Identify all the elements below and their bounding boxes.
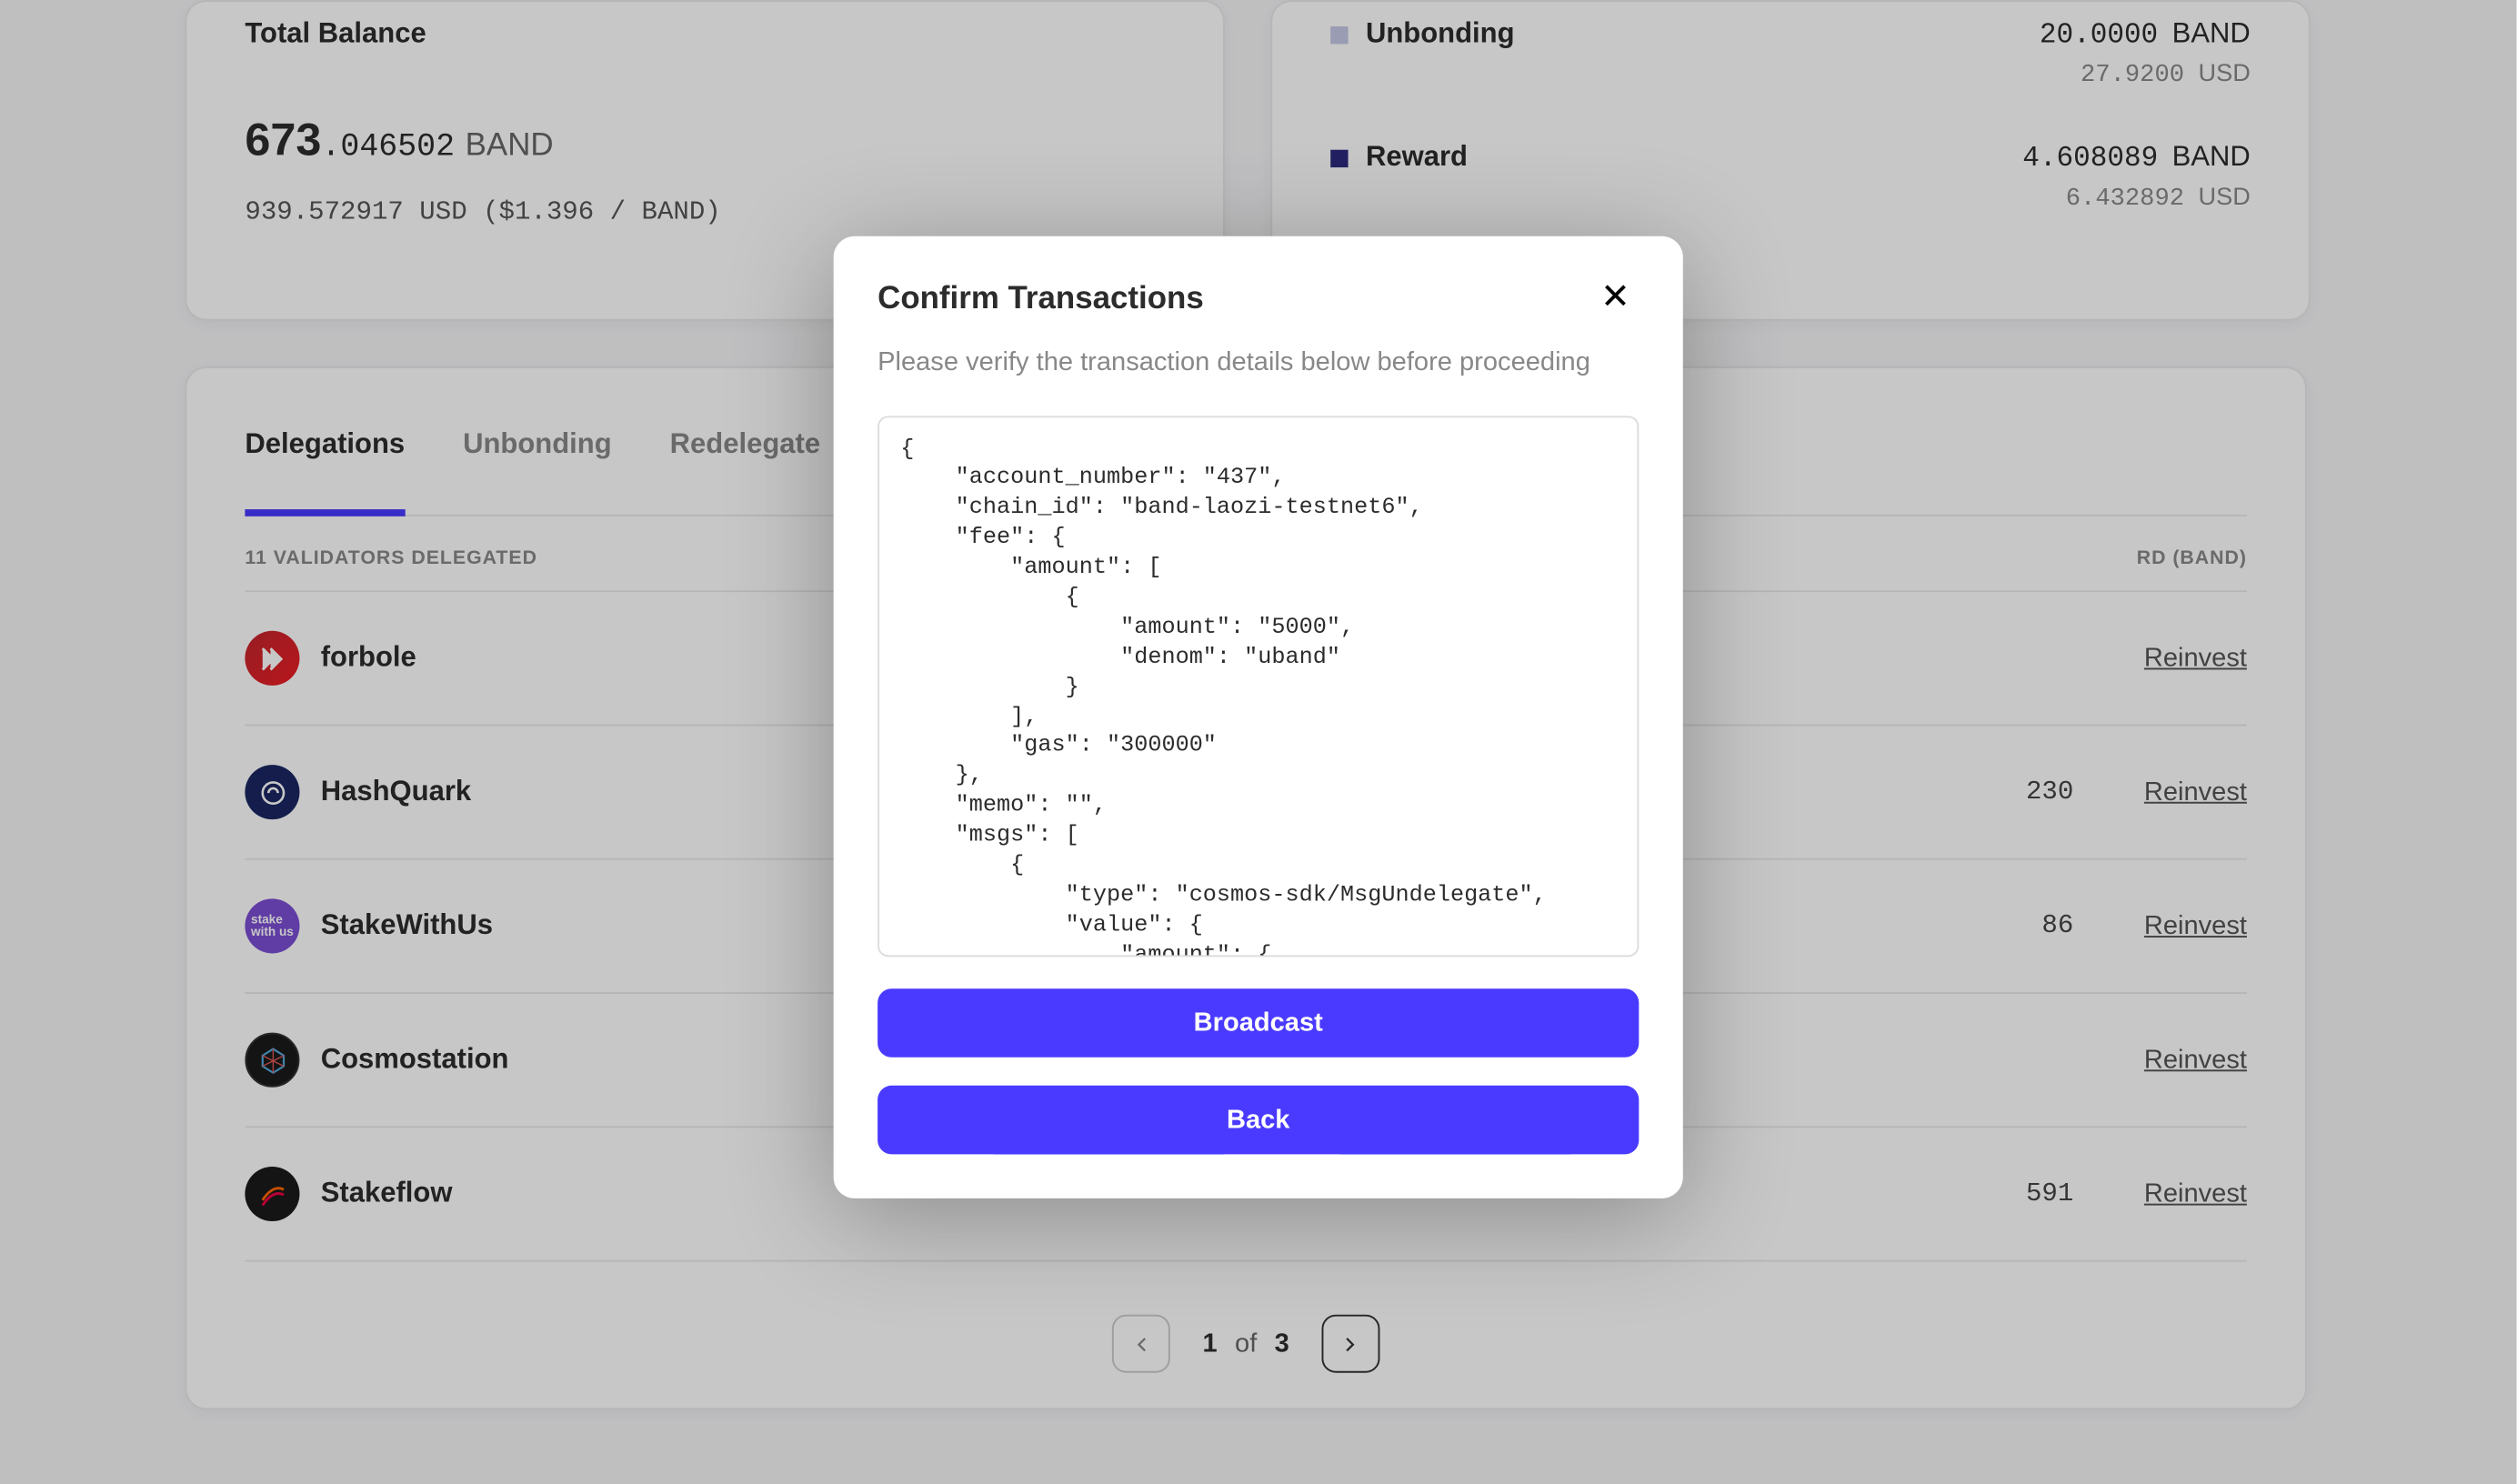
confirm-transactions-modal: Confirm Transactions ✕ Please verify the… [834, 236, 1683, 1198]
close-icon[interactable]: ✕ [1591, 280, 1639, 316]
broadcast-button[interactable]: Broadcast [877, 988, 1639, 1057]
modal-subtitle: Please verify the transaction details be… [877, 344, 1639, 384]
transaction-json-box[interactable]: { "account_number": "437", "chain_id": "… [877, 415, 1639, 956]
back-button[interactable]: Back [877, 1085, 1639, 1154]
modal-title: Confirm Transactions [877, 280, 1204, 317]
